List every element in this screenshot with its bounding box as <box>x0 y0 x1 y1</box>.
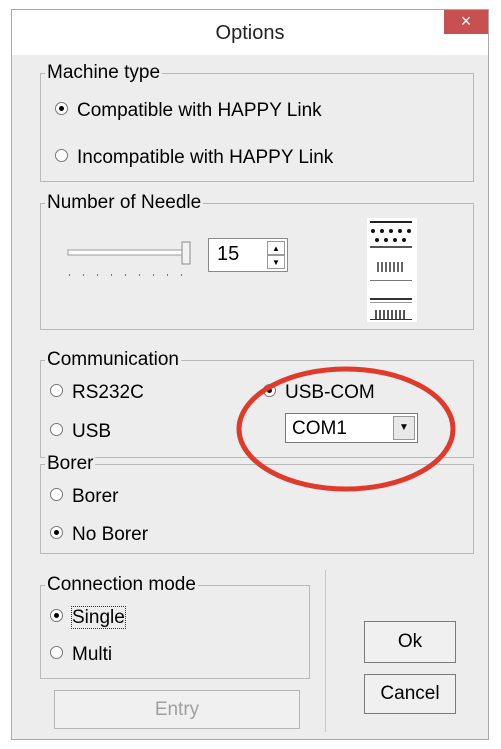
radio-borer[interactable]: Borer <box>50 486 118 508</box>
close-button[interactable]: × <box>444 10 488 34</box>
needle-head-icon <box>367 218 417 322</box>
needle-spinner[interactable]: 15 ▲ ▼ <box>208 238 288 272</box>
radio-label: Single <box>71 606 126 629</box>
machine-type-group: Machine type Compatible with HAPPY Link … <box>40 62 474 182</box>
highlight-ellipse <box>236 366 456 492</box>
radio-compatible[interactable]: Compatible with HAPPY Link <box>55 100 322 122</box>
ok-button[interactable]: Ok <box>364 621 456 663</box>
spinner-down-button[interactable]: ▼ <box>267 255 285 269</box>
radio-multi[interactable]: Multi <box>50 644 112 666</box>
radio-no-borer[interactable]: No Borer <box>50 524 148 546</box>
radio-label: RS232C <box>72 382 144 403</box>
entry-button[interactable]: Entry <box>54 690 300 729</box>
radio-button-icon[interactable] <box>50 488 63 502</box>
cancel-button[interactable]: Cancel <box>364 674 456 714</box>
vertical-divider <box>325 570 326 732</box>
dialog-title: Options <box>215 22 285 44</box>
radio-button-icon[interactable] <box>50 423 63 437</box>
radio-usb[interactable]: USB <box>50 421 111 443</box>
radio-single[interactable]: Single <box>50 606 126 629</box>
radio-label: No Borer <box>72 524 149 545</box>
needle-legend: Number of Needle <box>45 192 204 214</box>
radio-button-icon[interactable] <box>50 384 63 398</box>
connection-mode-legend: Connection mode <box>45 574 198 596</box>
radio-label: USB <box>72 421 112 442</box>
radio-button-icon[interactable] <box>55 102 68 116</box>
radio-button-icon[interactable] <box>50 646 63 660</box>
radio-rs232c[interactable]: RS232C <box>50 382 144 404</box>
needle-group: Number of Needle 15 ▲ ▼ <box>40 192 474 330</box>
radio-incompatible[interactable]: Incompatible with HAPPY Link <box>55 147 333 169</box>
radio-label: Incompatible with HAPPY Link <box>77 147 334 168</box>
needle-count-input[interactable]: 15 <box>217 243 239 266</box>
communication-legend: Communication <box>45 349 181 371</box>
slider-thumb[interactable] <box>181 241 191 265</box>
radio-button-icon[interactable] <box>55 149 68 163</box>
radio-label: Multi <box>72 644 113 665</box>
machine-type-legend: Machine type <box>45 62 163 84</box>
connection-mode-group: Connection mode Single Multi <box>40 574 310 679</box>
radio-label: Compatible with HAPPY Link <box>77 100 322 121</box>
borer-legend: Borer <box>45 453 96 475</box>
radio-button-icon[interactable] <box>50 609 63 623</box>
title-bar: Options × <box>12 10 488 55</box>
radio-button-icon[interactable] <box>50 526 63 540</box>
radio-label: Borer <box>72 486 119 507</box>
needle-slider[interactable] <box>67 240 197 286</box>
spinner-up-button[interactable]: ▲ <box>267 241 285 255</box>
